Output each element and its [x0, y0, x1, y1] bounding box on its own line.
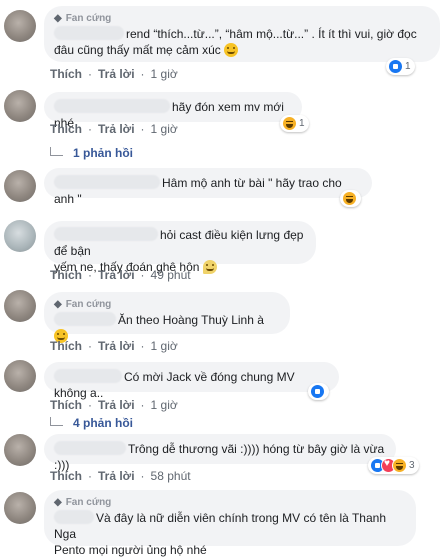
- redacted-name[interactable]: [54, 510, 94, 524]
- comment-text: đâu cũng thấy mất mẹ cảm xúc: [54, 43, 221, 57]
- redacted-name[interactable]: [54, 441, 126, 455]
- timestamp[interactable]: 1 giờ: [151, 339, 178, 353]
- badge-label: Fan cứng: [65, 299, 112, 310]
- timestamp[interactable]: 58 phút: [151, 469, 191, 483]
- like-link[interactable]: Thích: [50, 469, 82, 483]
- view-replies-link[interactable]: 4 phản hồi: [50, 416, 133, 430]
- badge-label: Fan cứng: [65, 13, 112, 24]
- comment-actions: Thích · Trả lời · 49 phút: [50, 268, 197, 282]
- redacted-name[interactable]: [54, 175, 160, 189]
- comment-bubble: hỏi cast điều kiện lưng đẹp để bận yếm n…: [44, 221, 316, 274]
- reply-arrow-icon: [50, 416, 63, 426]
- fan-badge: ◆ Fan cứng: [54, 12, 430, 25]
- avatar[interactable]: [4, 290, 36, 322]
- reaction-count[interactable]: 3: [368, 457, 419, 474]
- reaction-count[interactable]: [340, 190, 361, 207]
- comment-actions: Thích · Trả lời · 1 giờ: [50, 67, 184, 81]
- reaction-count[interactable]: [308, 383, 329, 400]
- moon-emoji-icon: [202, 260, 217, 274]
- separator: ·: [140, 469, 145, 483]
- comment-text: rend “thích...từ...”, “hâm mộ...từ...” .…: [126, 27, 417, 41]
- redacted-name[interactable]: [54, 26, 124, 40]
- reaction-count[interactable]: 1: [386, 58, 415, 75]
- comment-actions: Thích · Trả lời · 1 giờ: [50, 339, 184, 353]
- avatar[interactable]: [4, 220, 36, 252]
- badge-label: Fan cứng: [65, 497, 112, 508]
- fan-badge: ◆ Fan cứng: [54, 298, 280, 311]
- comment-bubble: Trông dễ thương vãi :)))) hóng từ bây gi…: [44, 434, 396, 472]
- reaction-number: 3: [409, 460, 415, 471]
- like-link[interactable]: Thích: [50, 67, 82, 81]
- timestamp[interactable]: 1 giờ: [151, 67, 178, 81]
- fan-badge: ◆ Fan cứng: [54, 496, 406, 509]
- like-reaction-icon: [310, 384, 325, 399]
- reply-link[interactable]: Trả lời: [98, 398, 135, 412]
- separator: ·: [88, 67, 92, 81]
- comment-bubble: Hâm mộ anh từ bài " hãy trao cho anh ": [44, 168, 372, 206]
- diamond-icon: ◆: [54, 497, 62, 508]
- haha-reaction-icon: [282, 116, 297, 131]
- reply-arrow-icon: [50, 146, 63, 156]
- reply-link[interactable]: Trả lời: [98, 122, 135, 136]
- smile-emoji-icon: [224, 43, 239, 57]
- diamond-icon: ◆: [54, 299, 62, 310]
- reaction-count[interactable]: 1: [280, 115, 309, 132]
- diamond-icon: ◆: [54, 13, 62, 24]
- avatar[interactable]: [4, 492, 36, 524]
- separator: ·: [140, 122, 145, 136]
- separator: ·: [88, 469, 92, 483]
- avatar[interactable]: [4, 170, 36, 202]
- comment-text: Và đây là nữ diễn viên chính trong MV có…: [54, 511, 386, 541]
- avatar[interactable]: [4, 360, 36, 392]
- avatar[interactable]: [4, 90, 36, 122]
- comment-bubble: ◆ Fan cứng Và đây là nữ diễn viên chính t…: [44, 490, 416, 557]
- comment-bubble: Có mời Jack về đóng chung MV không a..: [44, 362, 339, 400]
- separator: ·: [140, 398, 145, 412]
- comment-bubble: ◆ Fan cứng rend “thích...từ...”, “hâm mộ.…: [44, 6, 440, 62]
- separator: ·: [88, 398, 92, 412]
- comment-actions: Thích · Trả lời · 58 phút: [50, 469, 197, 483]
- timestamp[interactable]: 1 giờ: [151, 398, 178, 412]
- timestamp[interactable]: 1 giờ: [151, 122, 178, 136]
- replies-label[interactable]: 4 phản hồi: [73, 416, 133, 430]
- reply-link[interactable]: Trả lời: [98, 67, 135, 81]
- like-reaction-icon: [388, 59, 403, 74]
- separator: ·: [88, 122, 92, 136]
- haha-reaction-icon: [342, 191, 357, 206]
- comment-actions: Thích · Trả lời · 1 giờ: [50, 398, 184, 412]
- separator: ·: [140, 67, 145, 81]
- reply-link[interactable]: Trả lời: [98, 268, 135, 282]
- haha-reaction-icon: [392, 458, 407, 473]
- replies-label[interactable]: 1 phản hồi: [73, 146, 133, 160]
- reply-link[interactable]: Trả lời: [98, 339, 135, 353]
- avatar[interactable]: [4, 434, 36, 466]
- avatar[interactable]: [4, 10, 36, 42]
- comment-bubble: ◆ Fan cứng Ăn theo Hoàng Thuỳ Linh à: [44, 292, 290, 343]
- like-link[interactable]: Thích: [50, 122, 82, 136]
- like-link[interactable]: Thích: [50, 339, 82, 353]
- comment-bubble: hãy đón xem mv mới nhé: [44, 92, 302, 130]
- redacted-name[interactable]: [54, 99, 170, 113]
- separator: ·: [140, 339, 145, 353]
- redacted-name[interactable]: [54, 369, 122, 383]
- reply-link[interactable]: Trả lời: [98, 469, 135, 483]
- redacted-name[interactable]: [54, 312, 116, 326]
- separator: ·: [88, 268, 92, 282]
- view-replies-link[interactable]: 1 phản hồi: [50, 146, 133, 160]
- separator: ·: [88, 339, 92, 353]
- redacted-name[interactable]: [54, 227, 158, 241]
- comment-text: Pento mọi người ủng hộ nhé: [54, 543, 207, 557]
- timestamp[interactable]: 49 phút: [151, 268, 191, 282]
- like-link[interactable]: Thích: [50, 268, 82, 282]
- comment-text: Ăn theo Hoàng Thuỳ Linh à: [118, 313, 264, 327]
- comment-actions: Thích · Trả lời · 1 giờ: [50, 122, 184, 136]
- like-link[interactable]: Thích: [50, 398, 82, 412]
- separator: ·: [140, 268, 145, 282]
- reaction-number: 1: [405, 61, 411, 72]
- reaction-number: 1: [299, 118, 305, 129]
